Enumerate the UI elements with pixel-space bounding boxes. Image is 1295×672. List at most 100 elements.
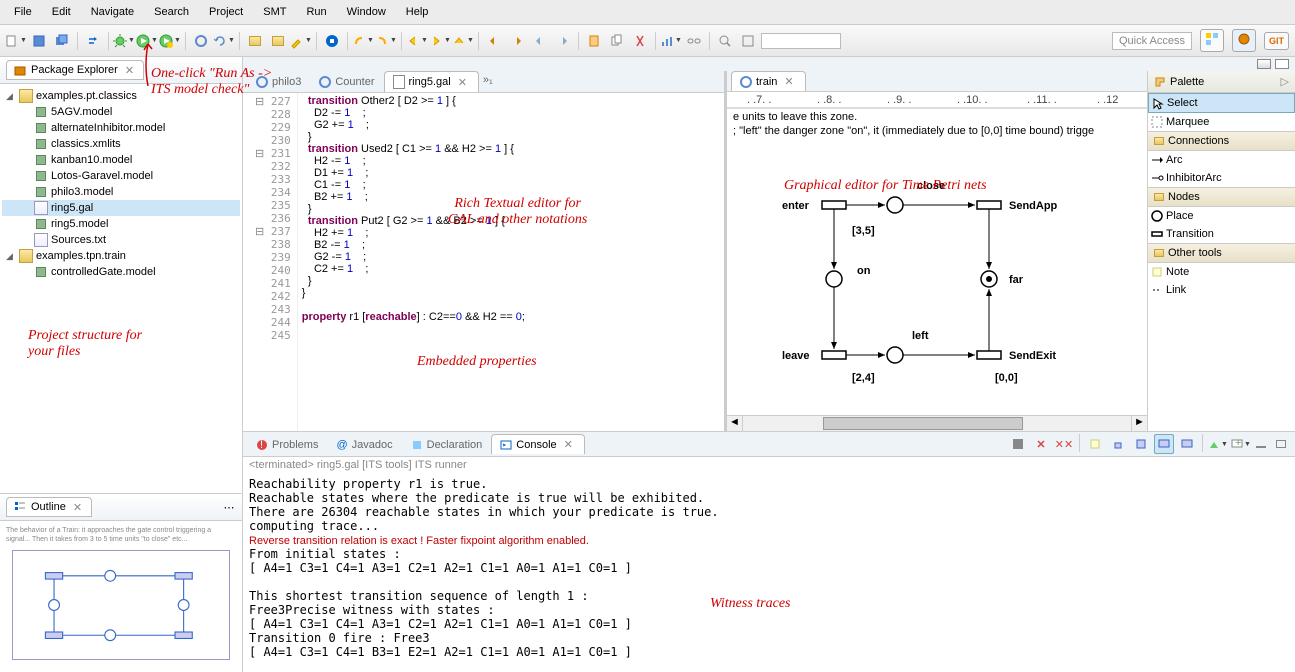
- palette-place[interactable]: Place: [1148, 207, 1295, 225]
- tool-button[interactable]: ▼: [291, 31, 311, 51]
- menu-run[interactable]: Run: [296, 2, 336, 22]
- maximize-button[interactable]: [1275, 59, 1289, 69]
- close-icon[interactable]: ✕: [70, 501, 85, 514]
- close-icon[interactable]: ✕: [561, 438, 576, 451]
- redo-nav-button[interactable]: ▼: [376, 31, 396, 51]
- place-on[interactable]: [826, 271, 842, 287]
- remove-button[interactable]: ✕: [1031, 434, 1051, 454]
- clear-button[interactable]: [1085, 434, 1105, 454]
- refresh-button[interactable]: ▼: [214, 31, 234, 51]
- project-tree[interactable]: ◢examples.pt.classics5AGV.modelalternate…: [0, 84, 242, 493]
- palette-inhibitor-arc[interactable]: InhibitorArc: [1148, 169, 1295, 187]
- open-console-button[interactable]: ▼: [1208, 434, 1228, 454]
- close-icon[interactable]: ✕: [122, 64, 137, 77]
- minimize-button[interactable]: [1257, 59, 1271, 69]
- tab-problems[interactable]: !Problems: [247, 435, 327, 454]
- new-button[interactable]: ▼: [6, 31, 26, 51]
- menu-search[interactable]: Search: [144, 2, 199, 22]
- cut-button[interactable]: [630, 31, 650, 51]
- tree-project[interactable]: ◢examples.tpn.train: [2, 248, 240, 264]
- gal-button[interactable]: [191, 31, 211, 51]
- tree-project[interactable]: ◢examples.pt.classics: [2, 88, 240, 104]
- tab-declaration[interactable]: Declaration: [402, 435, 492, 454]
- new-folder-button[interactable]: [245, 31, 265, 51]
- code-editor[interactable]: ⊟ 227228229230⊟ 231232233234235236⊟ 2372…: [243, 93, 724, 431]
- console-output[interactable]: Reachability property r1 is true. Reacha…: [243, 473, 1295, 672]
- more-tabs-indicator[interactable]: »₁: [479, 71, 497, 92]
- close-icon[interactable]: ✕: [781, 75, 796, 88]
- menu-navigate[interactable]: Navigate: [81, 2, 144, 22]
- display-button[interactable]: [1154, 434, 1174, 454]
- zoom-input[interactable]: [761, 33, 841, 49]
- next-annotation-button[interactable]: [507, 31, 527, 51]
- menu-project[interactable]: Project: [199, 2, 253, 22]
- menu-smt[interactable]: SMT: [253, 2, 296, 22]
- petri-net-canvas[interactable]: e units to leave this zone. ; "left" the…: [727, 108, 1147, 431]
- package-explorer-tab[interactable]: Package Explorer ✕: [6, 60, 144, 80]
- place-close[interactable]: [887, 197, 903, 213]
- terminate-button[interactable]: [1008, 434, 1028, 454]
- chevron-right-icon[interactable]: ▷: [1281, 75, 1289, 88]
- palette-marquee[interactable]: Marquee: [1148, 113, 1295, 131]
- palette-section-other[interactable]: Other tools: [1148, 243, 1295, 263]
- chart-button[interactable]: ▼: [661, 31, 681, 51]
- tree-file[interactable]: 5AGV.model: [2, 104, 240, 120]
- pin-button[interactable]: [1131, 434, 1151, 454]
- prev-edit-button[interactable]: [530, 31, 550, 51]
- link-button[interactable]: [684, 31, 704, 51]
- place-left[interactable]: [887, 347, 903, 363]
- zoom-fit-button[interactable]: [738, 31, 758, 51]
- save-all-button[interactable]: [52, 31, 72, 51]
- zoom-button[interactable]: [715, 31, 735, 51]
- back-button[interactable]: ▼: [407, 31, 427, 51]
- tree-file[interactable]: alternateInhibitor.model: [2, 120, 240, 136]
- tab-console[interactable]: Console✕: [491, 434, 585, 454]
- stop-button[interactable]: [322, 31, 342, 51]
- tree-file[interactable]: Lotos-Garavel.model: [2, 168, 240, 184]
- tab-philo3[interactable]: philo3: [247, 71, 310, 92]
- paste-button[interactable]: [584, 31, 604, 51]
- tree-file[interactable]: controlledGate.model: [2, 264, 240, 280]
- max-button[interactable]: [1271, 434, 1291, 454]
- open-folder-button[interactable]: [268, 31, 288, 51]
- outline-thumbnail[interactable]: [12, 550, 230, 660]
- palette-section-connections[interactable]: Connections: [1148, 131, 1295, 151]
- min-button[interactable]: [1254, 434, 1268, 454]
- prev-annotation-button[interactable]: [484, 31, 504, 51]
- close-icon[interactable]: ✕: [455, 76, 470, 89]
- menu-window[interactable]: Window: [337, 2, 396, 22]
- menu-help[interactable]: Help: [396, 2, 439, 22]
- h-scrollbar[interactable]: ◄ ►: [727, 415, 1147, 431]
- transition-enter[interactable]: [822, 201, 846, 209]
- tree-file[interactable]: Sources.txt: [2, 232, 240, 248]
- quick-access-field[interactable]: Quick Access: [1112, 32, 1192, 50]
- save-button[interactable]: [29, 31, 49, 51]
- tree-file[interactable]: philo3.model: [2, 184, 240, 200]
- up-button[interactable]: ▼: [453, 31, 473, 51]
- palette-arc[interactable]: Arc: [1148, 151, 1295, 169]
- open-perspective-button[interactable]: [1200, 29, 1224, 52]
- palette-select[interactable]: Select: [1148, 93, 1295, 113]
- palette-note[interactable]: Note: [1148, 263, 1295, 281]
- new-console-button[interactable]: +▼: [1231, 434, 1251, 454]
- outline-tab[interactable]: Outline ✕: [6, 497, 92, 517]
- tree-file[interactable]: classics.xmlits: [2, 136, 240, 152]
- tree-file[interactable]: kanban10.model: [2, 152, 240, 168]
- menu-edit[interactable]: Edit: [42, 2, 81, 22]
- palette-section-nodes[interactable]: Nodes: [1148, 187, 1295, 207]
- transition-sendapp[interactable]: [977, 201, 1001, 209]
- menu-file[interactable]: File: [4, 2, 42, 22]
- palette-transition[interactable]: Transition: [1148, 225, 1295, 243]
- outline-tool-button[interactable]: ⋯: [222, 500, 236, 514]
- tab-train[interactable]: train✕: [731, 71, 806, 91]
- palette-link[interactable]: Link: [1148, 281, 1295, 299]
- run-last-button[interactable]: ▼: [160, 31, 180, 51]
- undo-nav-button[interactable]: ▼: [353, 31, 373, 51]
- switch-button[interactable]: [83, 31, 103, 51]
- transition-leave[interactable]: [822, 351, 846, 359]
- next-edit-button[interactable]: [553, 31, 573, 51]
- java-perspective-button[interactable]: [1232, 29, 1256, 52]
- forward-button[interactable]: ▼: [430, 31, 450, 51]
- tab-counter[interactable]: Counter: [310, 71, 383, 92]
- tree-file[interactable]: ring5.model: [2, 216, 240, 232]
